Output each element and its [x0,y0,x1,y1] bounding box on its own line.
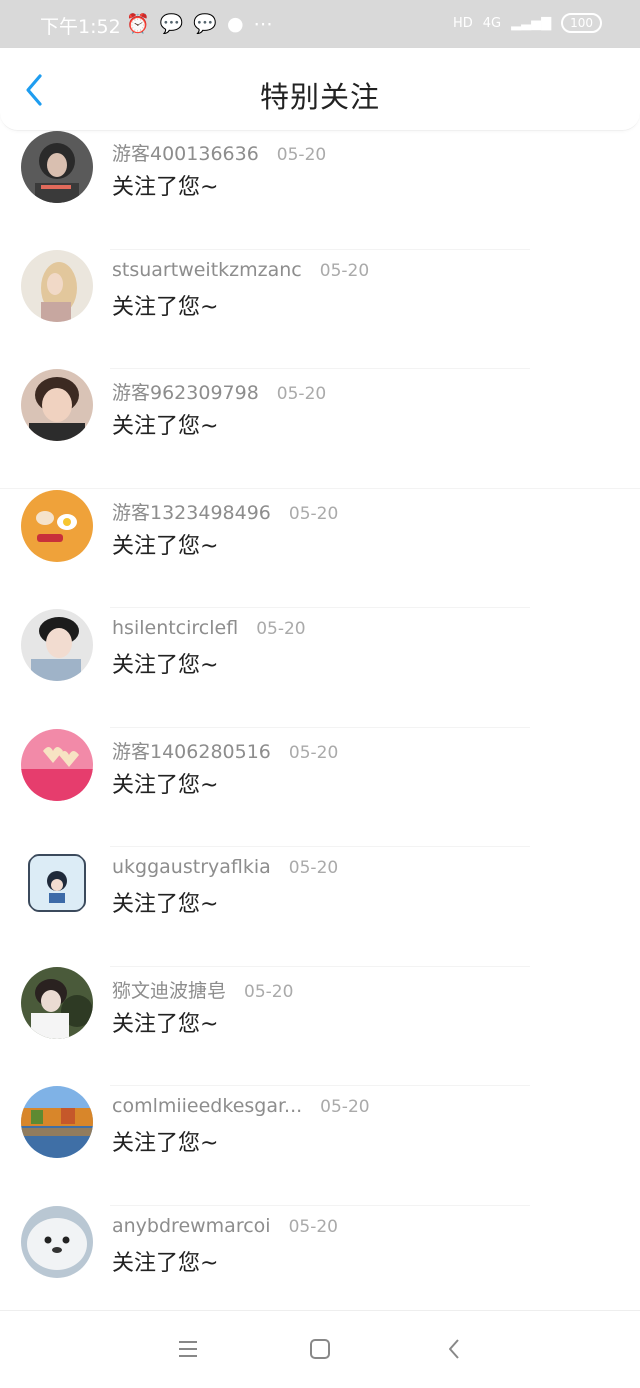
avatar[interactable] [21,369,93,441]
menu-button[interactable] [176,1337,200,1361]
list-item[interactable]: comlmiieedkesgar... 05-20 关注了您~ [0,1086,640,1206]
user-name-row: 猕文迪波搪皂 05-20 [112,976,293,1003]
more-icon: ⋯ [253,13,283,35]
list-item[interactable]: 游客962309798 05-20 关注了您~ [0,369,640,489]
user-name-row: stsuartweitkzmzanc 05-20 [112,259,369,281]
list-item[interactable]: 游客1323498496 05-20 关注了您~ [0,489,640,608]
list-item[interactable]: hsilentcirclefl 05-20 关注了您~ [0,608,640,728]
date: 05-20 [319,260,370,281]
user-name[interactable]: stsuartweitkzmzanc [112,259,302,281]
user-name-row: 游客962309798 05-20 [112,378,326,405]
message: 关注了您~ [112,533,219,559]
date: 05-20 [320,1097,370,1117]
avatar[interactable] [21,1086,93,1158]
user-name[interactable]: 游客1323498496 [112,502,271,524]
avatar[interactable] [21,131,93,203]
list-item[interactable]: stsuartweitkzmzanc 05-20 关注了您~ [0,249,640,369]
user-name-row: ukggaustryaflkia 05-20 [112,856,338,878]
date: 05-20 [288,1216,338,1237]
status-bar: 下午1:52 ⏰💬💬●⋯ HD 4G ▂▃▅▇ 100 [0,0,640,48]
avatar[interactable] [21,489,93,562]
avatar[interactable] [21,728,93,801]
avatar[interactable] [21,609,93,681]
notification-icons: ⏰💬💬●⋯ [126,12,283,35]
message: 关注了您~ [112,175,219,200]
date: 05-20 [276,145,327,165]
user-name-row: hsilentcirclefl 05-20 [112,617,306,639]
back-system-button[interactable] [443,1337,467,1361]
avatar[interactable] [21,1205,93,1278]
date: 05-20 [288,503,339,524]
alarm-icon: ⏰ [126,13,160,35]
message: 关注了您~ [112,772,219,798]
date: 05-20 [288,858,339,878]
message: 关注了您~ [112,653,219,678]
message: 关注了您~ [112,1250,219,1276]
date: 05-20 [256,619,306,639]
network-label: 4G [482,15,502,31]
user-name-row: 游客400136636 05-20 [112,139,326,166]
user-name[interactable]: hsilentcirclefl [112,617,238,639]
user-name-row: 游客1323498496 05-20 [112,498,338,525]
avatar[interactable] [21,249,93,322]
list-item[interactable]: 游客400136636 05-20 关注了您~ [0,130,640,250]
list-item[interactable]: anybdrewmarcoi 05-20 关注了您~ [0,1205,640,1325]
follower-list: 游客400136636 05-20 关注了您~ stsuartweitkzmzan… [0,130,640,1325]
message: 关注了您~ [112,294,219,320]
avatar[interactable] [21,966,93,1039]
app-icon: ● [227,13,254,35]
user-name[interactable]: 游客1406280516 [112,741,271,763]
home-square-icon [310,1339,330,1359]
status-right: HD 4G ▂▃▅▇ 100 [453,13,602,33]
menu-icon [179,1341,197,1357]
list-item[interactable]: ukggaustryaflkia 05-20 关注了您~ [0,847,640,967]
home-button[interactable] [308,1337,332,1361]
message: 关注了您~ [112,414,219,439]
system-nav-bar [0,1310,640,1388]
user-name[interactable]: 猕文迪波搪皂 [112,980,226,1002]
avatar[interactable] [21,847,93,919]
back-triangle-icon [449,1339,459,1359]
page-title: 特别关注 [259,80,380,114]
user-name[interactable]: ukggaustryaflkia [112,856,271,878]
message: 关注了您~ [112,892,219,917]
header: 特别关注 [0,48,640,131]
date: 05-20 [288,742,339,763]
signal-icon: ▂▃▅▇ [511,15,552,31]
user-name[interactable]: 游客962309798 [112,382,259,404]
date: 05-20 [276,384,327,404]
list-item[interactable]: 猕文迪波搪皂 05-20 关注了您~ [0,966,640,1086]
message: 关注了您~ [112,1131,219,1156]
user-name-row: comlmiieedkesgar... 05-20 [112,1095,370,1117]
user-name-row: 游客1406280516 05-20 [112,737,338,764]
user-name-row: anybdrewmarcoi 05-20 [112,1215,338,1237]
wechat-icon: 💬 [193,13,228,35]
date: 05-20 [244,981,294,1002]
list-item[interactable]: 游客1406280516 05-20 关注了您~ [0,728,640,847]
status-time: 下午1:52 [40,16,121,38]
battery-icon: 100 [561,13,602,33]
user-name[interactable]: comlmiieedkesgar... [112,1095,302,1117]
user-name[interactable]: anybdrewmarcoi [112,1215,271,1237]
hd-badge: HD [452,15,473,31]
message: 关注了您~ [112,1011,219,1037]
user-name[interactable]: 游客400136636 [112,143,259,165]
wechat-icon: 💬 [159,13,194,35]
